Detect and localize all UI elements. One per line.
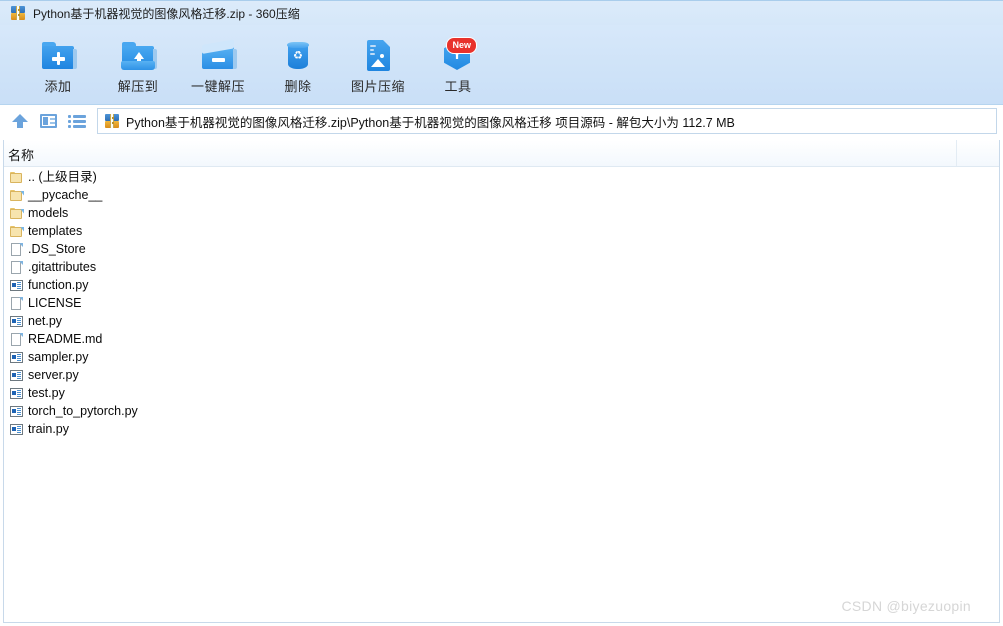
column-header-row: 名称 [4,140,999,167]
file-rows: .. (上级目录) __pycache__models templates .DS_S… [4,167,999,438]
file-row-label: net.py [28,313,63,328]
python-file-icon [9,278,24,293]
add-button[interactable]: 添加 [18,29,98,101]
file-row-label: sampler.py [28,349,89,364]
file-icon [9,332,24,347]
file-row-label: models [28,205,69,220]
folder-icon [9,224,24,239]
file-row-label: train.py [28,421,69,436]
extract-to-button[interactable]: 解压到 [98,29,178,101]
file-row[interactable]: .. (上级目录) [4,168,999,186]
file-icon [9,242,24,257]
file-row[interactable]: README.md [4,330,999,348]
file-row[interactable]: .DS_Store [4,240,999,258]
arrow-up-icon[interactable] [8,109,32,133]
zip-archive-icon [104,113,120,129]
file-icon [9,260,24,275]
tools-button[interactable]: Y New 工具 [418,29,498,101]
file-row[interactable]: test.py [4,384,999,402]
recycle-bin-icon: ♻ [278,37,318,75]
file-row[interactable]: train.py [4,420,999,438]
image-compress-button-label: 图片压缩 [350,79,405,94]
python-file-icon [9,350,24,365]
watermark-text: CSDN @biyezuopin [841,598,971,614]
file-row-label: server.py [28,367,79,382]
file-row-label: templates [28,223,83,238]
python-file-icon [9,314,24,329]
python-file-icon [9,422,24,437]
folder-icon [9,206,24,221]
oneclick-extract-button-label: 一键解压 [190,79,245,94]
python-file-icon [9,368,24,383]
file-row[interactable]: net.py [4,312,999,330]
new-badge: New [446,37,477,54]
file-row-label: .. (上级目录) [28,169,97,184]
file-row-label: .gitattributes [28,259,97,274]
column-divider[interactable] [956,140,957,166]
file-row-label: test.py [28,385,65,400]
delete-button-label: 删除 [284,79,312,94]
oneclick-extract-button[interactable]: 一键解压 [178,29,258,101]
file-row[interactable]: sampler.py [4,348,999,366]
extract-to-button-label: 解压到 [117,79,159,94]
column-header-name[interactable]: 名称 [8,145,34,164]
file-row[interactable]: .gitattributes [4,258,999,276]
window-title: Python基于机器视觉的图像风格迁移.zip - 360压缩 [33,6,300,21]
image-compress-icon [358,37,398,75]
file-row-label: LICENSE [28,295,82,310]
file-row[interactable]: templates [4,222,999,240]
add-button-label: 添加 [44,79,72,94]
image-compress-button[interactable]: 图片压缩 [338,29,418,101]
title-bar: Python基于机器视觉的图像风格迁移.zip - 360压缩 [0,0,1003,25]
folder-add-icon [38,37,78,75]
file-row[interactable]: torch_to_pytorch.py [4,402,999,420]
file-row-label: torch_to_pytorch.py [28,403,138,418]
zip-archive-icon [10,5,26,21]
file-icon [9,296,24,311]
app-window: Python基于机器视觉的图像风格迁移.zip - 360压缩 添加 解压到 一… [0,0,1003,626]
folder-oneclick-extract-icon [198,37,238,75]
file-row[interactable]: LICENSE [4,294,999,312]
file-row-label: function.py [28,277,89,292]
file-row[interactable]: models [4,204,999,222]
file-row[interactable]: __pycache__ [4,186,999,204]
delete-button[interactable]: ♻ 删除 [258,29,338,101]
file-row[interactable]: function.py [4,276,999,294]
folder-extract-icon [118,37,158,75]
list-view-icon[interactable] [66,110,88,132]
folder-plain-icon [9,170,24,185]
main-toolbar: 添加 解压到 一键解压 ♻ 删除 图片压缩 Y New 工具 [0,25,1003,105]
preview-panel-icon[interactable] [38,110,60,132]
file-row[interactable]: server.py [4,366,999,384]
python-file-icon [9,404,24,419]
file-row-label: README.md [28,331,103,346]
file-row-label: .DS_Store [28,241,86,256]
address-input[interactable]: Python基于机器视觉的图像风格迁移.zip\Python基于机器视觉的图像风… [97,108,997,134]
address-path-text: Python基于机器视觉的图像风格迁移.zip\Python基于机器视觉的图像风… [126,115,735,130]
folder-icon [9,188,24,203]
tools-button-label: 工具 [444,79,472,94]
file-list-pane: 名称 .. (上级目录) __pycache__models templates .D… [3,140,1000,623]
file-row-label: __pycache__ [28,187,103,202]
tools-hexagon-icon: Y New [438,37,478,75]
address-bar: Python基于机器视觉的图像风格迁移.zip\Python基于机器视觉的图像风… [0,105,1003,137]
python-file-icon [9,386,24,401]
